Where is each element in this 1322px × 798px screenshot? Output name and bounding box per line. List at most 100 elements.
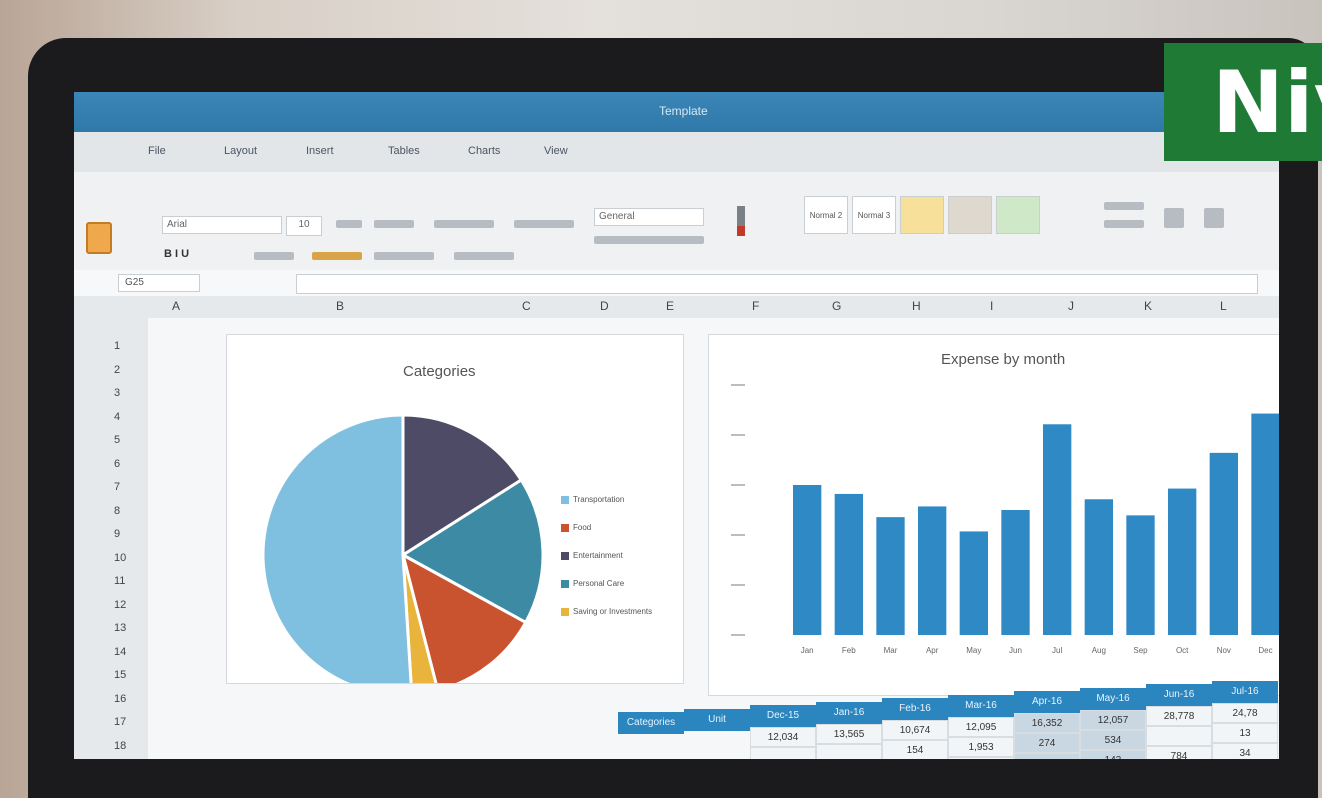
table-cell[interactable] (816, 743, 882, 759)
font-name-select[interactable]: Arial (162, 216, 282, 234)
column-header[interactable]: D (600, 299, 609, 313)
table-cell[interactable]: 24,78 (1212, 702, 1278, 723)
table-header-cell[interactable]: Unit (684, 708, 750, 731)
table-cell[interactable]: 784 (1146, 746, 1212, 759)
indent-icon[interactable] (374, 252, 434, 260)
bar-chart[interactable]: Expense by month Jan Feb Mar Apr May Jun Jul Au… (708, 334, 1279, 696)
style-good[interactable] (996, 196, 1040, 234)
table-header-cell[interactable]: Jan-16 (816, 701, 882, 724)
insert-cells-icon[interactable] (1104, 202, 1144, 210)
row-header[interactable]: 8 (114, 505, 120, 517)
column-header[interactable]: F (752, 299, 759, 313)
table-cell[interactable]: 12,057 (1080, 709, 1146, 730)
style-normal-3[interactable]: Normal 3 (852, 196, 896, 234)
tab-view[interactable]: View (544, 145, 568, 157)
table-cell[interactable]: 10,674 (882, 720, 948, 740)
table-header-cell[interactable]: Feb-16 (882, 698, 948, 720)
column-header[interactable]: I (990, 299, 993, 313)
y-axis-tick (731, 534, 745, 536)
row-header[interactable]: 14 (114, 646, 126, 658)
table-cell[interactable]: 34 (1212, 742, 1278, 759)
align-icon[interactable] (374, 220, 414, 228)
table-cell[interactable]: 534 (1080, 729, 1146, 750)
table-cell[interactable]: 143 (1080, 749, 1146, 759)
tab-file[interactable]: File (148, 145, 166, 157)
table-cell[interactable]: 274 (1014, 733, 1080, 753)
row-header[interactable]: 18 (114, 740, 126, 752)
fill-color-icon[interactable] (312, 252, 362, 260)
row-header[interactable]: 11 (114, 575, 125, 587)
column-header[interactable]: C (522, 299, 531, 313)
legend-label: Saving or Investments (573, 607, 653, 616)
formula-input[interactable] (296, 274, 1258, 294)
ribbon-toolbar: Arial 10 B I U General Normal 2 Normal 3 (74, 172, 1279, 271)
border-icon[interactable] (254, 252, 294, 260)
wrap-text-icon[interactable] (434, 220, 494, 228)
table-header-cell[interactable]: Dec-15 (750, 705, 816, 727)
row-header[interactable]: 15 (114, 669, 126, 681)
column-header[interactable]: K (1144, 299, 1152, 313)
table-cell[interactable]: 154 (882, 740, 948, 759)
row-header[interactable]: 9 (114, 528, 120, 540)
table-cell[interactable]: 1,953 (948, 736, 1014, 757)
number-format-select[interactable]: General (594, 208, 704, 226)
table-header-cell[interactable]: Jun-16 (1146, 684, 1212, 706)
tab-tables[interactable]: Tables (388, 145, 420, 157)
table-cell[interactable]: 12,095 (948, 716, 1014, 737)
text-format-buttons[interactable]: B I U (164, 248, 189, 260)
pie-chart[interactable]: Categories Transportation Food Entertainme… (226, 334, 684, 684)
tab-insert[interactable]: Insert (306, 145, 334, 157)
merge-icon[interactable] (514, 220, 574, 228)
column-header[interactable]: E (666, 299, 674, 313)
tab-charts[interactable]: Charts (468, 145, 500, 157)
style-neutral[interactable] (900, 196, 944, 234)
row-header[interactable]: 6 (114, 458, 120, 470)
table-header-cell[interactable]: Categories (618, 712, 684, 734)
find-icon[interactable] (1204, 208, 1224, 228)
style-normal-2[interactable]: Normal 2 (804, 196, 848, 234)
column-header[interactable]: G (832, 299, 841, 313)
font-grow-icon[interactable] (336, 220, 362, 228)
table-header-cell[interactable]: Mar-16 (948, 694, 1014, 717)
column-header[interactable]: L (1220, 299, 1227, 313)
column-header[interactable]: B (336, 299, 344, 313)
delete-cells-icon[interactable] (1104, 220, 1144, 228)
row-header[interactable]: 16 (114, 693, 126, 705)
row-header[interactable]: 17 (114, 716, 126, 728)
column-header[interactable]: H (912, 299, 921, 313)
style-bad[interactable] (948, 196, 992, 234)
table-cell[interactable]: 12,034 (750, 727, 816, 747)
row-header[interactable]: 13 (114, 622, 126, 634)
sort-filter-icon[interactable] (1164, 208, 1184, 228)
row-header[interactable]: 12 (114, 599, 126, 611)
text-direction-icon[interactable] (454, 252, 514, 260)
table-cell[interactable]: 16,352 (1014, 713, 1080, 733)
column-header[interactable]: J (1068, 299, 1074, 313)
table-cell[interactable]: 28,778 (1146, 706, 1212, 726)
table-cell[interactable]: 13 (1212, 722, 1278, 743)
column-header[interactable]: A (172, 299, 180, 313)
number-format-icons[interactable] (594, 236, 704, 244)
paste-icon[interactable] (86, 222, 112, 254)
row-header[interactable]: 4 (114, 411, 120, 423)
table-header-cell[interactable]: Jul-16 (1212, 680, 1278, 703)
name-box[interactable]: G25 (118, 274, 200, 292)
worksheet-grid[interactable]: Categories Transportation Food Entertainme… (148, 318, 1279, 759)
row-header[interactable]: 2 (114, 364, 120, 376)
table-cell[interactable] (1014, 753, 1080, 759)
font-size-select[interactable]: 10 (286, 216, 322, 236)
row-header[interactable]: 1 (114, 340, 120, 352)
table-cell[interactable]: 13,565 (816, 723, 882, 744)
tab-layout[interactable]: Layout (224, 145, 257, 157)
row-header[interactable]: 7 (114, 481, 120, 493)
table-cell[interactable] (750, 747, 816, 759)
row-header[interactable]: 10 (114, 552, 126, 564)
row-header[interactable]: 3 (114, 387, 120, 399)
table-cell[interactable] (1146, 726, 1212, 746)
conditional-format-icon[interactable] (729, 206, 757, 246)
table-header-cell[interactable]: Apr-16 (1014, 691, 1080, 713)
table-header-cell[interactable]: May-16 (1080, 687, 1146, 710)
bar-jun (1001, 510, 1030, 635)
row-header[interactable]: 5 (114, 434, 120, 446)
brand-text: Niv (1212, 53, 1322, 153)
